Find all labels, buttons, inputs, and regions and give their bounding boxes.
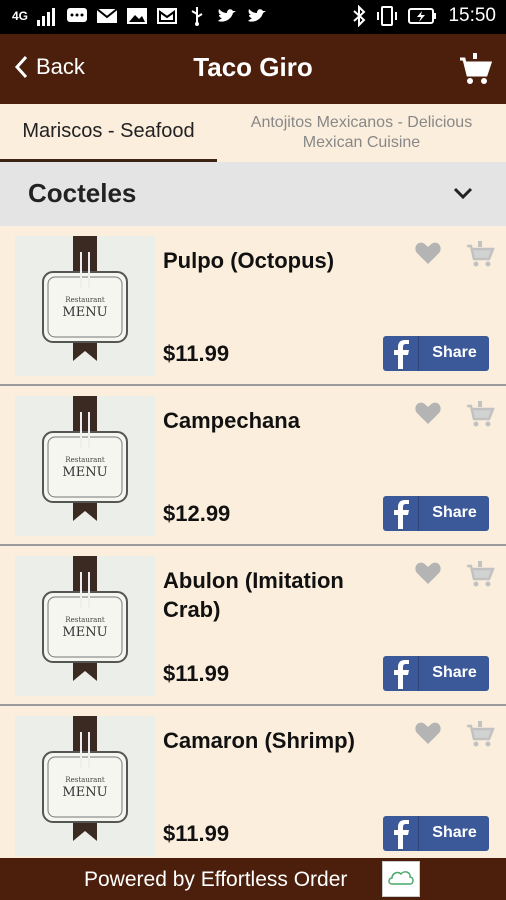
chat-icon xyxy=(67,8,88,22)
menu-item-image: Restaurant MENU xyxy=(15,236,155,376)
add-to-cart-icon[interactable] xyxy=(465,238,495,268)
vibrate-icon xyxy=(377,6,398,26)
network-type-label: 4G xyxy=(12,9,29,23)
status-bar: 4G 15:50 xyxy=(0,0,506,34)
gmail-icon xyxy=(157,8,178,24)
menu-item-price: $12.99 xyxy=(163,501,231,526)
app-header: Back Taco Giro xyxy=(0,34,506,104)
menu-item-price: $11.99 xyxy=(163,821,230,846)
effortless-order-logo[interactable] xyxy=(382,861,420,897)
tab-antojitos[interactable]: Antojitos Mexicanos - Delicious Mexican … xyxy=(217,104,506,162)
chevron-down-icon xyxy=(453,187,473,200)
signal-icon xyxy=(37,8,56,26)
menu-item-image: Restaurant MENU xyxy=(15,396,155,536)
svg-text:Restaurant: Restaurant xyxy=(65,296,105,304)
menu-item-name: Campechana xyxy=(163,408,300,433)
facebook-icon xyxy=(383,656,419,691)
cloud-logo-icon xyxy=(388,871,414,885)
section-title: Cocteles xyxy=(28,178,137,208)
svg-text:MENU: MENU xyxy=(62,465,107,480)
bluetooth-icon xyxy=(353,5,366,27)
heart-icon[interactable] xyxy=(414,560,442,586)
restaurant-menu-image: Restaurant MENU xyxy=(15,396,155,536)
menu-item-image: Restaurant MENU xyxy=(15,716,155,856)
twitter-icon xyxy=(248,9,267,22)
facebook-share-button[interactable]: Share xyxy=(383,496,489,531)
svg-text:MENU: MENU xyxy=(62,785,107,800)
usb-icon xyxy=(191,7,203,26)
add-to-cart-icon[interactable] xyxy=(465,718,495,748)
svg-text:MENU: MENU xyxy=(62,625,107,640)
add-to-cart-icon[interactable] xyxy=(465,558,495,588)
facebook-share-button[interactable]: Share xyxy=(383,656,489,691)
menu-item-price: $11.99 xyxy=(163,341,230,366)
section-header-cocteles[interactable]: Cocteles xyxy=(0,162,506,226)
svg-text:Restaurant: Restaurant xyxy=(65,456,105,464)
restaurant-menu-image: Restaurant MENU xyxy=(15,236,155,376)
menu-item-list: Restaurant MENU Pulpo (Octopus) $11.99 S… xyxy=(0,226,506,858)
menu-item[interactable]: Restaurant MENU Camaron (Shrimp) $11.99 … xyxy=(0,706,506,858)
page-title: Taco Giro xyxy=(193,52,313,82)
facebook-share-button[interactable]: Share xyxy=(383,816,489,851)
image-icon xyxy=(127,8,148,24)
share-label: Share xyxy=(432,504,477,521)
share-label: Share xyxy=(432,664,477,681)
svg-text:Restaurant: Restaurant xyxy=(65,616,105,624)
powered-by-label: Powered by Effortless Order xyxy=(84,868,348,891)
clock: 15:50 xyxy=(448,5,496,26)
share-label: Share xyxy=(432,344,477,361)
tab-mariscos[interactable]: Mariscos - Seafood xyxy=(0,104,217,162)
menu-item-price: $11.99 xyxy=(163,661,230,686)
facebook-icon xyxy=(383,496,419,531)
facebook-icon xyxy=(383,336,419,371)
mail-icon xyxy=(96,8,118,23)
heart-icon[interactable] xyxy=(414,720,442,746)
menu-item-image: Restaurant MENU xyxy=(15,556,155,696)
menu-item-name: Abulon (Imitation Crab) xyxy=(163,568,344,622)
heart-icon[interactable] xyxy=(414,400,442,426)
svg-text:Restaurant: Restaurant xyxy=(65,776,105,784)
heart-icon[interactable] xyxy=(414,240,442,266)
menu-item-name: Camaron (Shrimp) xyxy=(163,728,355,753)
menu-item[interactable]: Restaurant MENU Abulon (Imitation Crab) … xyxy=(0,546,506,706)
restaurant-menu-image: Restaurant MENU xyxy=(15,556,155,696)
menu-item[interactable]: Restaurant MENU Pulpo (Octopus) $11.99 S… xyxy=(0,226,506,386)
category-tabs: Mariscos - Seafood Antojitos Mexicanos -… xyxy=(0,104,506,162)
menu-item[interactable]: Restaurant MENU Campechana $12.99 Share xyxy=(0,386,506,546)
facebook-share-button[interactable]: Share xyxy=(383,336,489,371)
battery-charging-icon xyxy=(408,8,437,24)
add-to-cart-icon[interactable] xyxy=(465,398,495,428)
svg-text:MENU: MENU xyxy=(62,305,107,320)
twitter-icon xyxy=(218,9,237,22)
cart-icon[interactable] xyxy=(456,49,494,87)
restaurant-menu-image: Restaurant MENU xyxy=(15,716,155,856)
menu-item-name: Pulpo (Octopus) xyxy=(163,248,335,273)
share-label: Share xyxy=(432,824,477,841)
facebook-icon xyxy=(383,816,419,851)
footer-bar: Powered by Effortless Order xyxy=(0,858,506,900)
